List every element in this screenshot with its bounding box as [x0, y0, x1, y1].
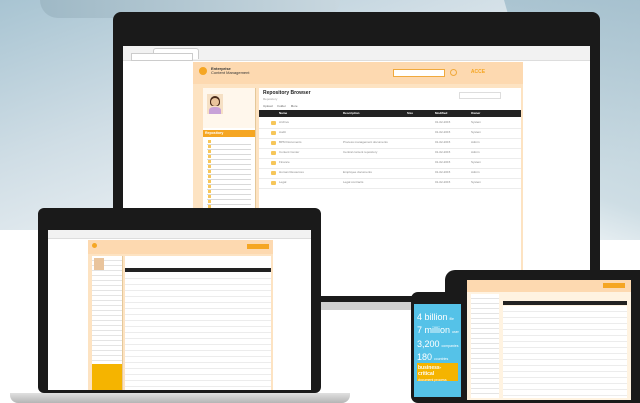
app-window [467, 280, 631, 400]
cell-description: Central content repository [343, 150, 378, 154]
user-card [203, 88, 255, 128]
table-row[interactable]: Legal Legal contracts 01-02-2015 System [259, 178, 521, 189]
folder-icon [271, 171, 276, 175]
browser-bar [123, 46, 590, 61]
sidebar [471, 294, 499, 398]
tablet [445, 270, 640, 403]
table-body [503, 306, 627, 398]
search-icon[interactable] [450, 69, 457, 76]
upload-button[interactable]: Upload [263, 104, 273, 108]
filter-input[interactable] [459, 92, 501, 99]
cell-description: Employee documents [343, 170, 372, 174]
tablet-screen [467, 280, 631, 400]
more-button[interactable]: More [291, 104, 298, 108]
logo: Enterprise Content Management [211, 66, 250, 76]
app-window [88, 240, 273, 390]
cell-name[interactable]: Finance [279, 160, 290, 164]
highlight-box: business-critical document process [417, 363, 458, 382]
table-header: Name Description Size Modified Owner [259, 110, 521, 117]
cell-owner: System [471, 160, 482, 164]
sidebar-item-repository[interactable]: Repository [203, 130, 255, 137]
app-header [88, 240, 273, 254]
cell-name[interactable]: Content Center [279, 150, 299, 154]
monitor-stand [305, 302, 415, 310]
app-header: Enterprise Content Management ACCE [193, 62, 523, 84]
toolbar: Upload Folder More [263, 104, 298, 108]
cell-description: Legal contracts [343, 180, 364, 184]
laptop [38, 208, 321, 393]
breadcrumb[interactable]: Repository [263, 97, 277, 101]
folder-icon [271, 151, 276, 155]
cell-name[interactable]: BPM Documents [279, 140, 302, 144]
cell-name[interactable]: Archive [279, 120, 289, 124]
folder-icon [271, 121, 276, 125]
phone-screen: 4 billion file 7 million user 3,200 compani… [414, 304, 461, 397]
cell-owner: Admin [471, 170, 480, 174]
folder-icon [271, 161, 276, 165]
brand-badge: ACCE [470, 69, 486, 75]
cell-name[interactable]: Legal [279, 180, 286, 184]
highlight-line1: business-critical [418, 365, 442, 377]
cell-description: Process management documents [343, 140, 388, 144]
column-description[interactable]: Description [343, 110, 360, 117]
column-size[interactable]: Size [407, 110, 413, 117]
cell-modified: 01-02-2015 [435, 120, 451, 124]
highlight-line2: document process [418, 378, 447, 382]
cell-owner: System [471, 120, 482, 124]
logo-icon [199, 67, 207, 75]
column-owner[interactable]: Owner [471, 110, 480, 117]
laptop-screen [48, 230, 311, 390]
table-header [125, 268, 271, 272]
table-header [503, 301, 627, 305]
laptop-base [10, 393, 350, 403]
table-body [125, 273, 271, 390]
cell-owner: System [471, 130, 482, 134]
folder-button[interactable]: Folder [277, 104, 286, 108]
cell-modified: 01-02-2015 [435, 130, 451, 134]
cell-modified: 01-02-2015 [435, 180, 451, 184]
app-header [467, 280, 631, 292]
cell-modified: 01-02-2015 [435, 140, 451, 144]
avatar [94, 258, 104, 270]
folder-icon [271, 131, 276, 135]
folder-icon [271, 141, 276, 145]
browser-bar [48, 230, 311, 239]
cell-owner: Admin [471, 150, 480, 154]
search-input[interactable] [393, 69, 445, 77]
page-title: Repository Browser [263, 90, 311, 96]
sidebar-highlight [92, 364, 122, 390]
cell-owner: Admin [471, 140, 480, 144]
cell-owner: System [471, 180, 482, 184]
sidebar [92, 256, 123, 390]
cell-modified: 01-02-2015 [435, 170, 451, 174]
cell-modified: 01-02-2015 [435, 150, 451, 154]
cell-name[interactable]: Human Resources [279, 170, 304, 174]
address-bar[interactable] [131, 53, 193, 61]
column-modified[interactable]: Modified [435, 110, 447, 117]
column-name[interactable]: Name [279, 110, 287, 117]
logo-icon [92, 243, 97, 248]
logo-line2: Content Management [211, 70, 250, 76]
main-panel [125, 256, 271, 390]
brand-badge [603, 283, 625, 288]
cell-name[interactable]: Audit [279, 130, 286, 134]
avatar [207, 94, 223, 114]
folder-icon [271, 181, 276, 185]
cell-modified: 01-02-2015 [435, 160, 451, 164]
brand-badge [247, 244, 269, 249]
phone: 4 billion file 7 million user 3,200 compani… [411, 292, 464, 403]
